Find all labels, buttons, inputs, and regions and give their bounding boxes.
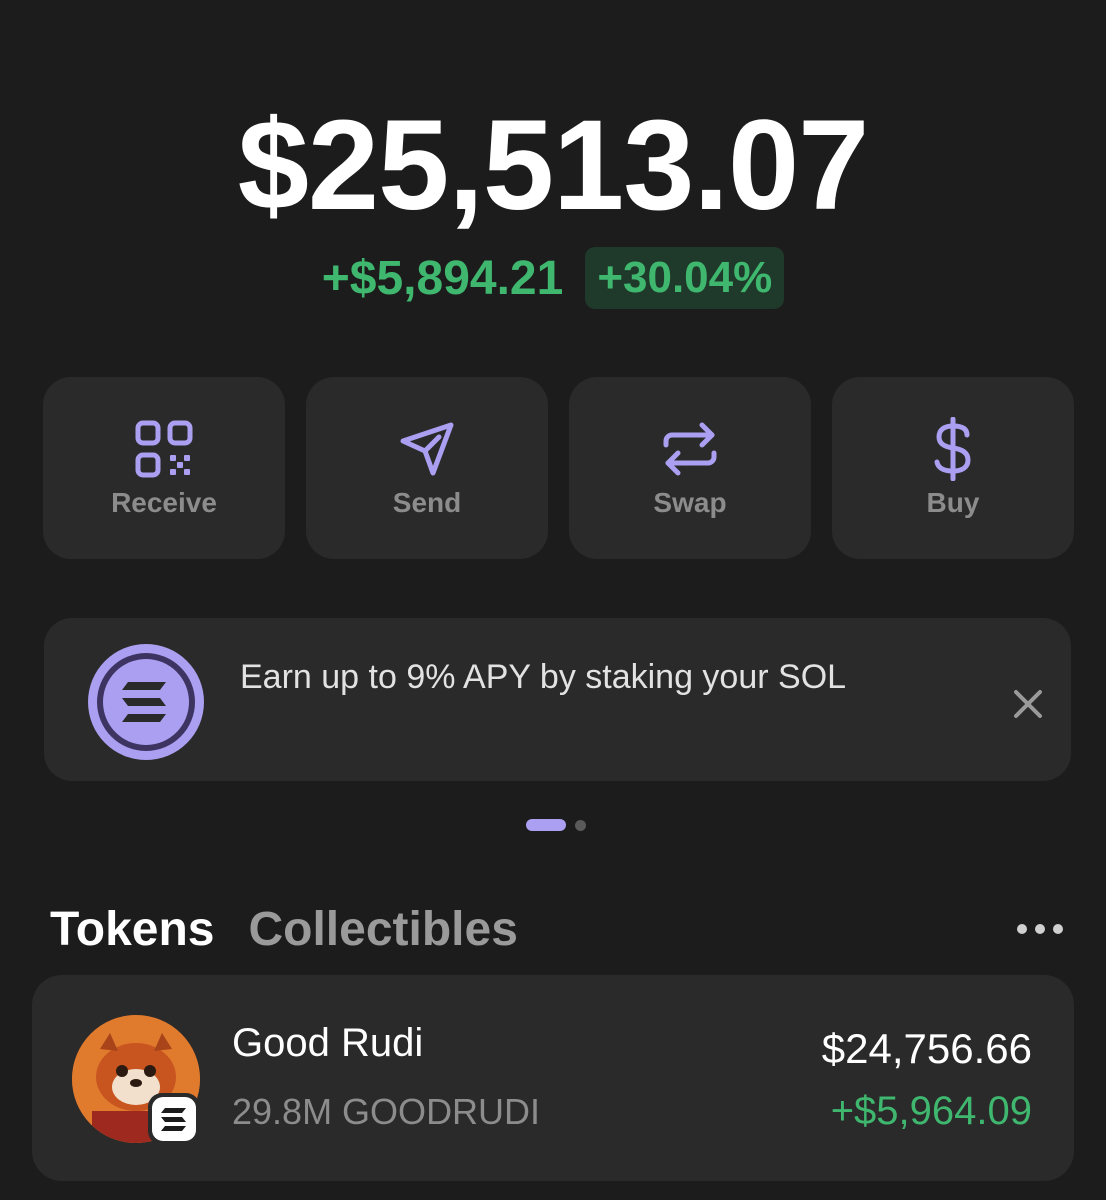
more-options-icon[interactable] — [1014, 920, 1066, 938]
token-row[interactable]: Good Rudi 29.8M GOODRUDI $24,756.66 +$5,… — [32, 975, 1074, 1181]
tab-tokens[interactable]: Tokens — [50, 902, 214, 957]
close-icon[interactable] — [1006, 682, 1050, 726]
buy-button[interactable]: Buy — [832, 377, 1074, 559]
buy-label: Buy — [926, 487, 980, 518]
banner-text: Earn up to 9% APY by staking your SOL — [240, 658, 847, 696]
send-label: Send — [392, 487, 462, 518]
qr-code-icon — [135, 420, 193, 478]
receive-button[interactable]: Receive — [43, 377, 285, 559]
solana-icon — [88, 644, 204, 760]
send-icon — [400, 422, 454, 476]
pager-dot-active[interactable] — [526, 819, 566, 831]
change-amount: +$5,894.21 — [321, 251, 564, 305]
tab-collectibles[interactable]: Collectibles — [248, 902, 517, 957]
swap-icon — [663, 422, 717, 476]
carousel-pager — [526, 819, 586, 831]
balance-change: +$5,894.21 +30.04% — [0, 247, 1106, 309]
action-buttons: Receive Send Swap Buy — [43, 377, 1074, 559]
pager-dot[interactable] — [575, 819, 586, 831]
token-value: $24,756.66 — [821, 1025, 1032, 1072]
asset-tabs: Tokens Collectibles — [50, 902, 518, 957]
staking-promo-banner[interactable]: Earn up to 9% APY by staking your SOL — [44, 618, 1071, 781]
swap-button[interactable]: Swap — [569, 377, 811, 559]
dollar-icon — [934, 417, 971, 481]
swap-label: Swap — [653, 487, 727, 518]
send-button[interactable]: Send — [306, 377, 548, 559]
change-percent-badge: +30.04% — [585, 247, 785, 309]
total-balance: $25,513.07 — [237, 94, 870, 237]
token-amount: 29.8M GOODRUDI — [232, 1091, 541, 1132]
token-change: +$5,964.09 — [830, 1089, 1032, 1133]
solana-badge-icon — [148, 1093, 200, 1145]
receive-label: Receive — [111, 487, 217, 518]
token-name: Good Rudi — [232, 1021, 424, 1065]
